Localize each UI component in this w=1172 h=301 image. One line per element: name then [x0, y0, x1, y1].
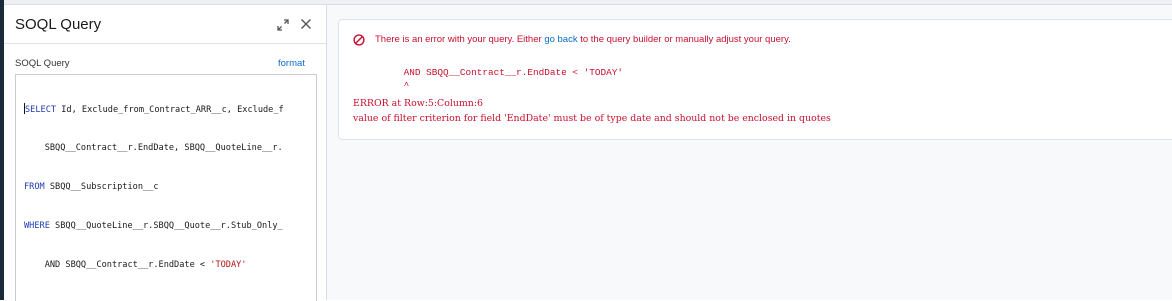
query-text[interactable]: SELECT Id, Exclude_from_Contract_ARR__c,… [24, 77, 316, 298]
query-keyword: FROM [24, 182, 45, 192]
query-keyword: WHERE [24, 221, 50, 231]
error-detail: value of filter criterion for field 'End… [353, 113, 831, 124]
query-editor[interactable]: SELECT Id, Exclude_from_Contract_ARR__c,… [15, 74, 317, 301]
panel-header: SOQL Query [4, 5, 326, 44]
query-line-text: SBQQ__QuoteLine__r.SBQQ__Quote__r.Stub_O… [49, 221, 283, 231]
query-keyword: SELECT [25, 105, 57, 115]
error-code-snippet: AND SBQQ__Contract__r.EndDate < 'TODAY' … [353, 66, 624, 91]
query-line: WHERE SBQQ__QuoteLine__r.SBQQ__Quote__r.… [24, 220, 316, 233]
query-string-literal: 'TODAY' [210, 260, 247, 270]
query-line-text: AND SBQQ__Contract__r.EndDate < [24, 260, 211, 270]
query-line: SBQQ__Contract__r.EndDate, SBQQ__QuoteLi… [24, 142, 316, 155]
expand-icon[interactable] [276, 18, 290, 32]
error-message: There is an error with your query. Eithe… [375, 34, 791, 45]
query-line: SELECT Id, Exclude_from_Contract_ARR__c,… [24, 103, 316, 116]
error-code-line: AND SBQQ__Contract__r.EndDate < 'TODAY' [353, 67, 624, 78]
app-frame: SOQL Query SOQL Query format SELECT Id, … [0, 0, 1172, 301]
query-line-text: SBQQ__Subscription__c [44, 182, 159, 192]
query-line-text: SBQQ__Contract__r.EndDate, SBQQ__QuoteLi… [24, 143, 283, 153]
editor-label: SOQL Query [15, 58, 70, 69]
error-location: ERROR at Row:5:Column:6 [353, 98, 483, 109]
error-details: ERROR at Row:5:Column:6 value of filter … [353, 96, 831, 126]
go-back-link[interactable]: go back [544, 34, 577, 45]
error-caret: ^ [353, 80, 410, 91]
format-link[interactable]: format [278, 58, 305, 69]
panel-title: SOQL Query [15, 16, 102, 33]
close-icon[interactable] [298, 16, 314, 32]
error-icon [353, 34, 365, 46]
error-message-start: There is an error with your query. Eithe… [375, 34, 545, 45]
query-line-text: Id, Exclude_from_Contract_ARR__c, Exclud… [56, 105, 284, 115]
error-message-end: to the query builder or manually adjust … [577, 34, 791, 45]
error-panel: There is an error with your query. Eithe… [338, 19, 1172, 140]
soql-query-panel: SOQL Query SOQL Query format SELECT Id, … [4, 5, 327, 301]
query-line: AND SBQQ__Contract__r.EndDate < 'TODAY' [24, 259, 316, 272]
editor-edge [312, 75, 316, 301]
query-line: FROM SBQQ__Subscription__c [24, 181, 316, 194]
